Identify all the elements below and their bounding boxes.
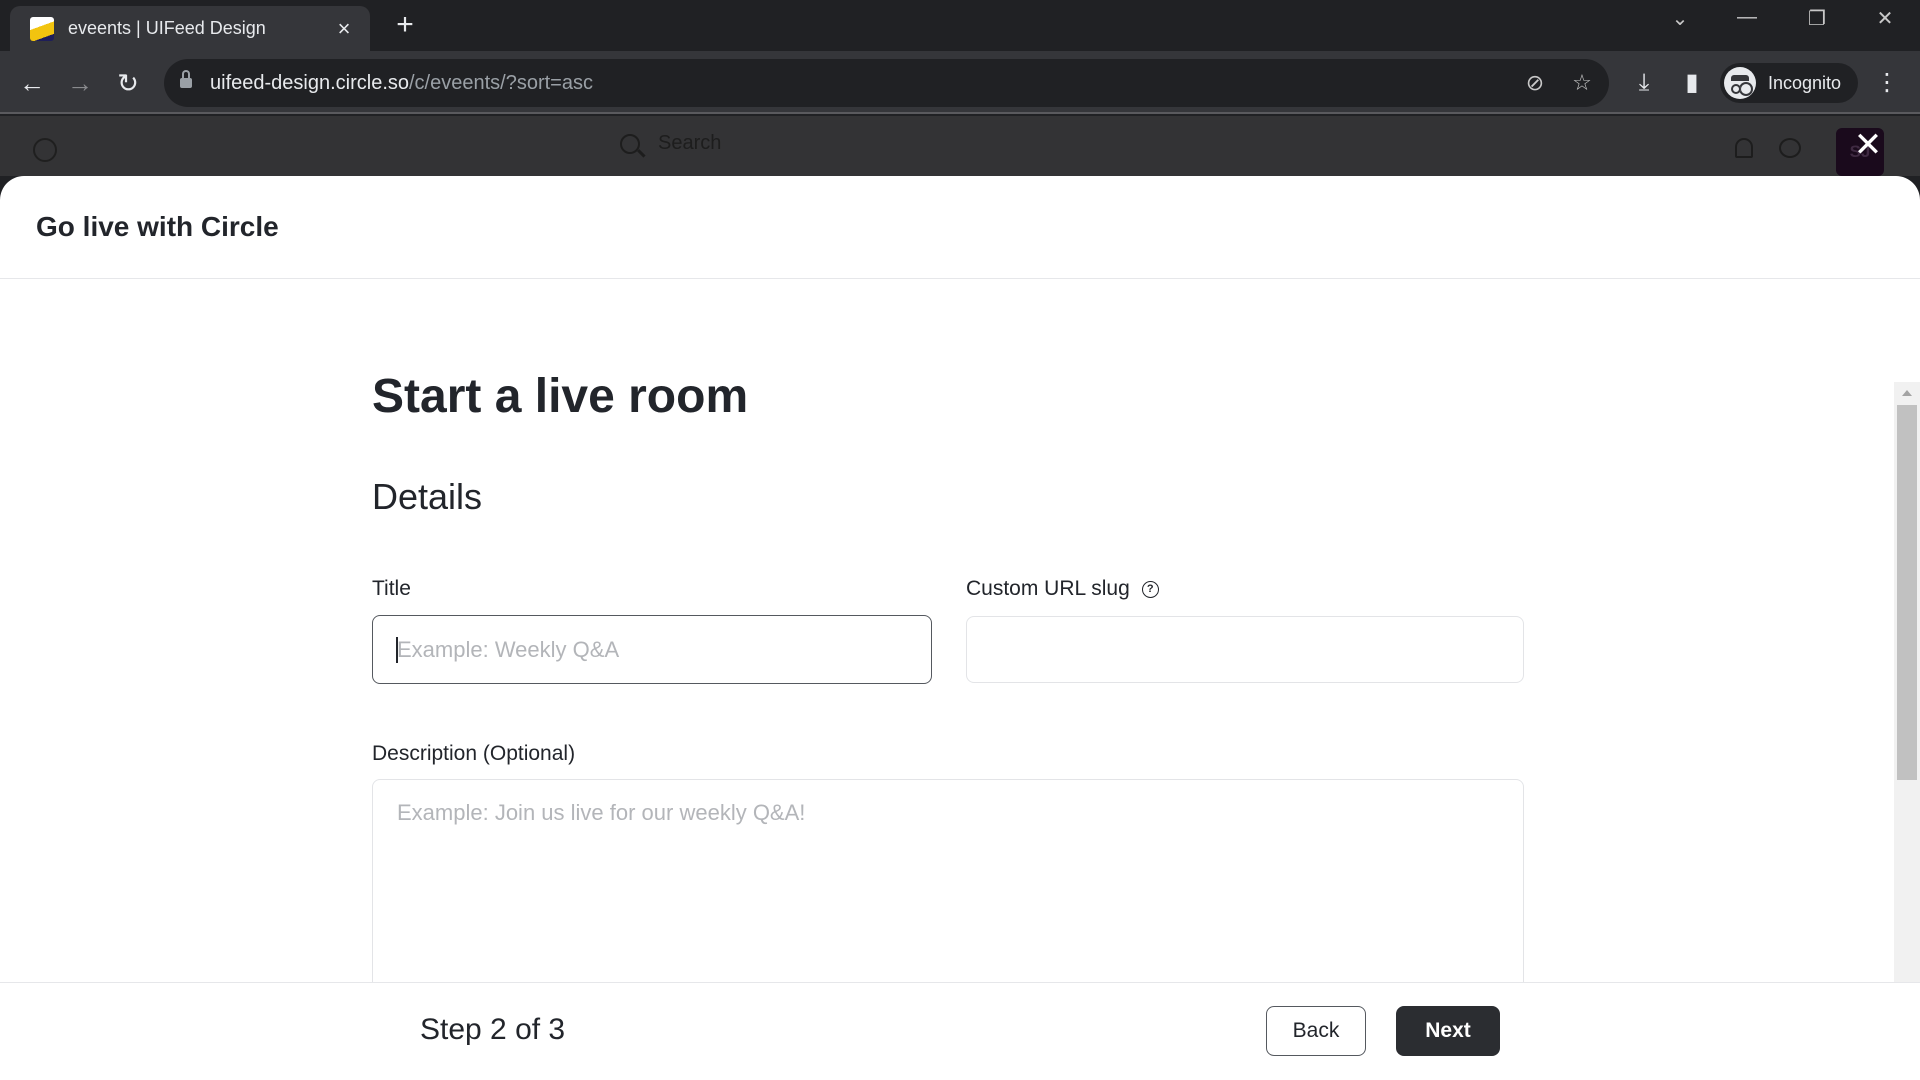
bookmark-star-icon[interactable]: ☆ — [1568, 69, 1596, 97]
side-panel-icon[interactable]: ▮ — [1674, 65, 1710, 101]
app-search[interactable]: Search — [620, 132, 721, 155]
forward-icon[interactable]: → — [62, 65, 98, 101]
notifications-bell-icon[interactable] — [1735, 138, 1753, 158]
browser-menu-icon[interactable]: ⋮ — [1869, 65, 1905, 101]
url-path: /c/eveents/?sort=asc — [409, 71, 593, 94]
description-textarea[interactable] — [372, 779, 1524, 982]
browser-tab[interactable]: eveents | UIFeed Design × — [10, 6, 370, 51]
modal-footer: Step 2 of 3 Back Next — [0, 982, 1920, 1080]
download-icon[interactable]: ⤓ — [1626, 65, 1662, 101]
reload-icon[interactable]: ↻ — [110, 65, 146, 101]
slug-label: Custom URL slug ? — [966, 577, 1159, 601]
modal-title: Go live with Circle — [36, 211, 279, 242]
window-close-icon[interactable]: ✕ — [1865, 6, 1905, 31]
title-label: Title — [372, 577, 411, 601]
next-button[interactable]: Next — [1396, 1006, 1500, 1056]
scroll-up-arrow-icon[interactable] — [1902, 390, 1912, 396]
section-heading: Details — [372, 476, 483, 517]
text-caret — [396, 637, 398, 663]
modal-body: Start a live room Details Title Custom U… — [0, 279, 1920, 982]
incognito-label: Incognito — [1768, 72, 1842, 93]
back-icon[interactable]: ← — [14, 65, 50, 101]
modal-header: Go live with Circle — [0, 176, 1920, 279]
search-icon — [620, 133, 640, 154]
favicon-icon — [30, 16, 54, 41]
tab-search-icon[interactable]: ⌄ — [1660, 6, 1700, 31]
address-bar[interactable]: uifeed-design.circle.so/c/eveents/?sort=… — [164, 59, 1609, 107]
incognito-profile-button[interactable]: Incognito — [1720, 63, 1858, 103]
custom-url-slug-input[interactable] — [966, 616, 1524, 683]
url-host: uifeed-design.circle.so — [210, 71, 409, 94]
search-placeholder: Search — [658, 132, 722, 154]
description-label-text: Description (Optional) — [372, 742, 576, 765]
community-logo-icon[interactable] — [33, 138, 57, 162]
browser-toolbar: ← → ↻ uifeed-design.circle.so/c/eveents/… — [0, 51, 1920, 114]
messages-chat-icon[interactable] — [1779, 138, 1801, 158]
restore-icon[interactable]: ❐ — [1797, 6, 1837, 31]
description-label: Description (Optional) — [372, 742, 575, 766]
title-field-wrapper — [372, 615, 932, 684]
scroll-thumb[interactable] — [1897, 405, 1917, 780]
tab-title: eveents | UIFeed Design — [68, 18, 266, 38]
tab-close-icon[interactable]: × — [332, 16, 356, 42]
eye-off-icon[interactable]: ⊘ — [1521, 69, 1549, 97]
browser-tab-bar: eveents | UIFeed Design × + ⌄ — ❐ ✕ — [0, 0, 1920, 51]
help-circle-icon[interactable]: ? — [1141, 580, 1159, 598]
lock-icon[interactable] — [180, 70, 192, 90]
incognito-icon — [1724, 67, 1756, 99]
slug-label-text: Custom URL slug — [966, 577, 1130, 600]
go-live-modal: Go live with Circle Start a live room De… — [0, 176, 1920, 1080]
minimize-icon[interactable]: — — [1727, 6, 1767, 29]
back-button[interactable]: Back — [1266, 1006, 1366, 1056]
app-header: Search SJ — [0, 116, 1920, 176]
modal-scrollbar[interactable] — [1894, 382, 1920, 982]
modal-close-icon[interactable]: ✕ — [1850, 128, 1886, 164]
new-tab-button[interactable]: + — [390, 10, 420, 40]
title-input[interactable] — [372, 615, 932, 684]
page-heading: Start a live room — [372, 370, 749, 423]
title-label-text: Title — [372, 577, 411, 600]
step-indicator: Step 2 of 3 — [420, 1013, 566, 1046]
